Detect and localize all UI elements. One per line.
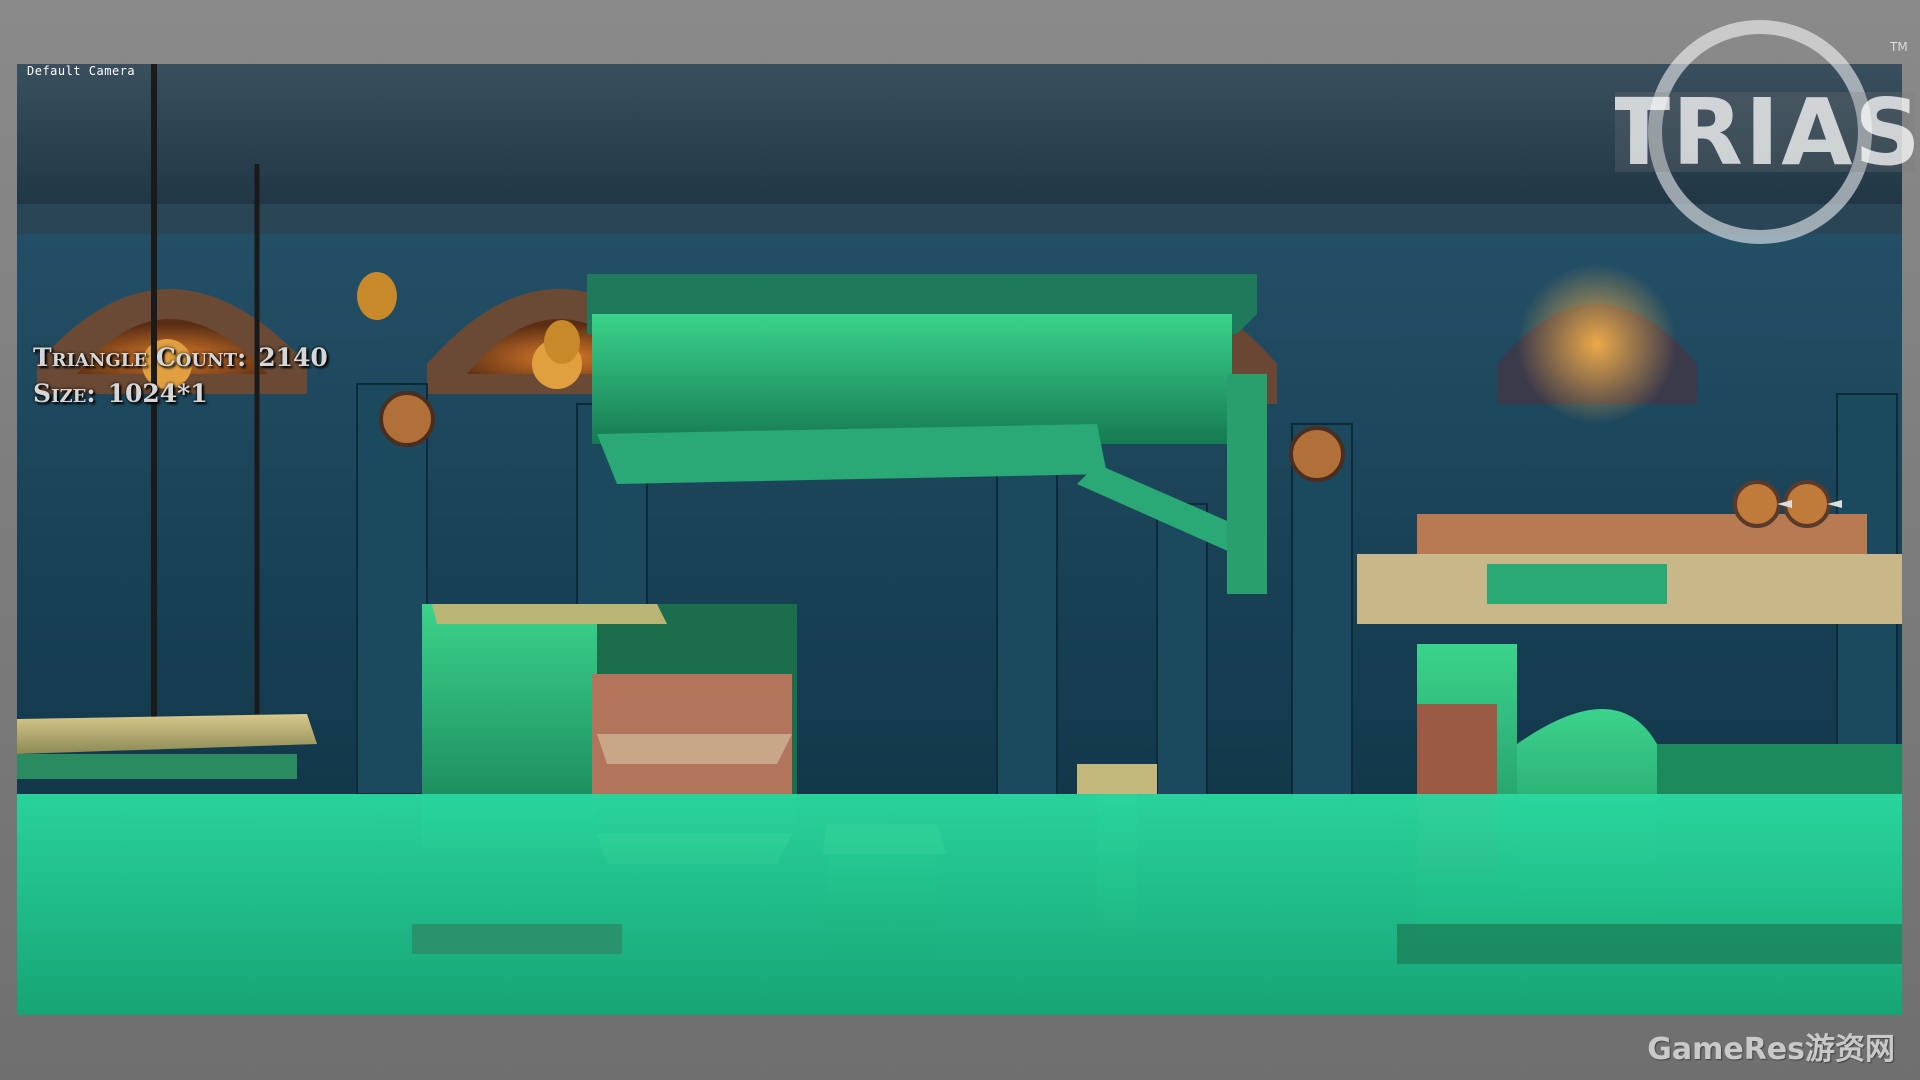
trias-logo: TRIAS	[1615, 12, 1915, 252]
size-value: 1024*1	[107, 379, 208, 408]
debug-stats: Triangle Count: 2140 Size: 1024*1	[33, 340, 328, 412]
water-floor	[17, 794, 1902, 1015]
camera-label: Default Camera	[27, 64, 136, 78]
size-row: Size: 1024*1	[33, 376, 328, 412]
size-label: Size:	[33, 379, 96, 408]
site-watermark: GameRes游资网	[1647, 1032, 1895, 1067]
logo-text: TRIAS	[1615, 79, 1915, 186]
trademark: TM	[1890, 40, 1908, 54]
triangle-count-value: 2140	[258, 343, 328, 372]
triangle-count-row: Triangle Count: 2140	[33, 340, 328, 376]
triangle-count-label: Triangle Count:	[33, 343, 247, 372]
